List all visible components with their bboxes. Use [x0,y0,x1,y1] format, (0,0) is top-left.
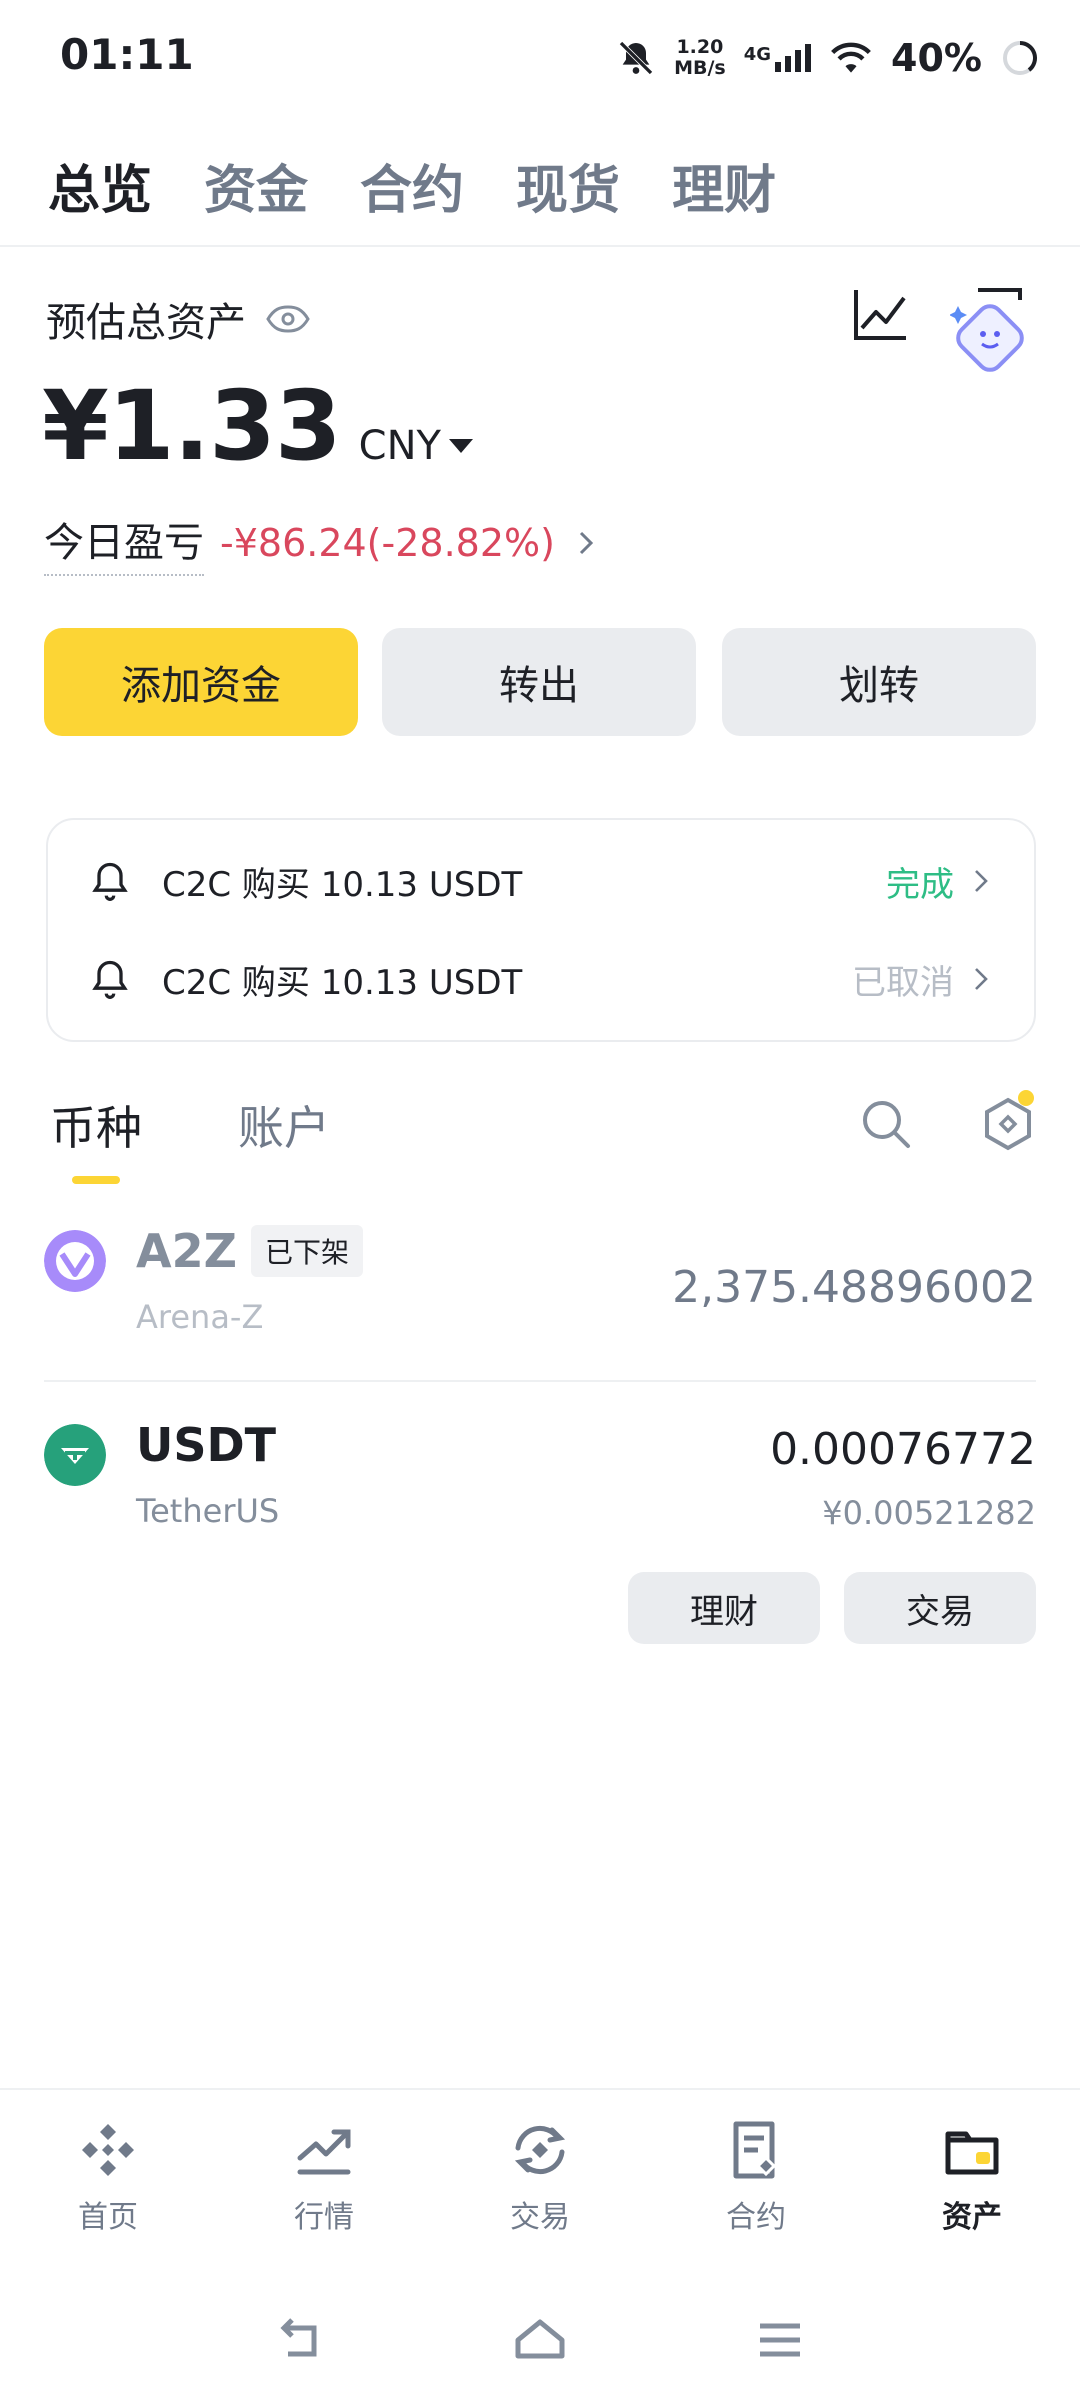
notification-item[interactable]: C2C 购买 10.13 USDT 已取消 [88,944,994,1014]
tab-earn[interactable]: 理财 [672,148,776,223]
total-balance-value: ¥1.33 [42,370,342,482]
pnl-row[interactable]: 今日盈亏 -¥86.24(-28.82%) [44,510,601,576]
notification-item[interactable]: C2C 购买 10.13 USDT 完成 [88,846,994,916]
usdt-logo-icon [44,1424,106,1486]
delisted-badge: 已下架 [250,1225,363,1277]
nav-markets[interactable]: 行情 [216,2118,432,2258]
estimated-balance-label: 预估总资产 [46,290,310,348]
coin-amount: 2,375.48896002 [672,1262,1036,1313]
transfer-button[interactable]: 划转 [722,628,1036,736]
tab-coins[interactable]: 币种 [50,1092,142,1158]
chart-icon[interactable] [850,284,910,344]
back-icon[interactable] [270,2310,330,2370]
tab-futures[interactable]: 合约 [360,148,464,223]
pnl-label: 今日盈亏 [44,510,204,576]
coin-fiat-value: ¥0.00521282 [822,1494,1036,1532]
nav-home[interactable]: 首页 [0,2118,216,2258]
notification-status: 已取消 [852,962,954,1003]
bell-icon [92,862,128,901]
nav-futures[interactable]: 合约 [648,2118,864,2258]
status-icons: 1.20 MB/s 4G 40% [616,28,1040,88]
battery-percent: 40% [891,36,982,80]
trade-button[interactable]: 交易 [844,1572,1036,1644]
tab-spot[interactable]: 现货 [516,148,620,223]
home-icon [82,2124,134,2176]
eye-icon[interactable] [266,304,310,334]
bell-icon [92,960,128,999]
wallet-icon [945,2131,999,2175]
tab-funding[interactable]: 资金 [204,148,308,223]
cell-signal-icon: 4G [744,44,812,72]
home-button-icon[interactable] [510,2310,570,2370]
net-speed: 1.20 MB/s [674,36,726,79]
battery-ring-icon [1003,41,1037,75]
active-tab-indicator [72,1176,120,1184]
total-balance: ¥1.33 CNY [42,370,473,482]
coin-amount: 0.00076772 [770,1424,1036,1475]
divider [0,245,1080,247]
system-nav-bar [0,2300,1080,2380]
nav-trade[interactable]: 交易 [432,2118,648,2258]
search-icon[interactable] [858,1096,914,1152]
mute-bell-icon [619,41,653,75]
nav-assets[interactable]: 资产 [864,2118,1080,2258]
trade-icon [514,2126,566,2174]
currency-selector[interactable]: CNY [359,423,473,469]
status-time: 01:11 [60,30,194,79]
add-funds-button[interactable]: 添加资金 [44,628,358,736]
chevron-right-icon [975,968,988,990]
caret-down-icon [448,439,473,453]
chevron-right-icon [975,870,988,892]
asset-view-tabs: 币种 账户 [50,1092,330,1158]
divider [44,1380,1036,1382]
pnl-value: -¥86.24(-28.82%) [220,521,555,565]
chevron-right-icon [579,531,594,555]
menu-icon[interactable] [750,2310,810,2370]
withdraw-button[interactable]: 转出 [382,628,696,736]
tab-accounts[interactable]: 账户 [238,1092,330,1158]
coin-symbol: USDT [136,1418,277,1472]
notification-card: C2C 购买 10.13 USDT 完成 C2C 购买 10.13 USDT 已… [46,818,1036,1042]
earn-button[interactable]: 理财 [628,1572,820,1644]
futures-icon [733,2121,777,2179]
a2z-logo-icon [44,1230,106,1292]
coin-fullname: Arena-Z [136,1298,264,1336]
coin-symbol: A2Z [136,1224,237,1278]
bottom-nav: 首页 行情 交易 合约 资产 [0,2118,1080,2258]
notification-status: 完成 [886,864,954,905]
top-tabs: 总览 资金 合约 现货 理财 [48,148,776,223]
coin-fullname: TetherUS [136,1492,280,1530]
markets-icon [297,2129,351,2175]
divider [0,2088,1080,2090]
wifi-icon [831,42,871,73]
tab-overview[interactable]: 总览 [48,148,152,223]
notification-dot [1018,1090,1034,1106]
assistant-bot-icon[interactable] [950,284,1026,380]
